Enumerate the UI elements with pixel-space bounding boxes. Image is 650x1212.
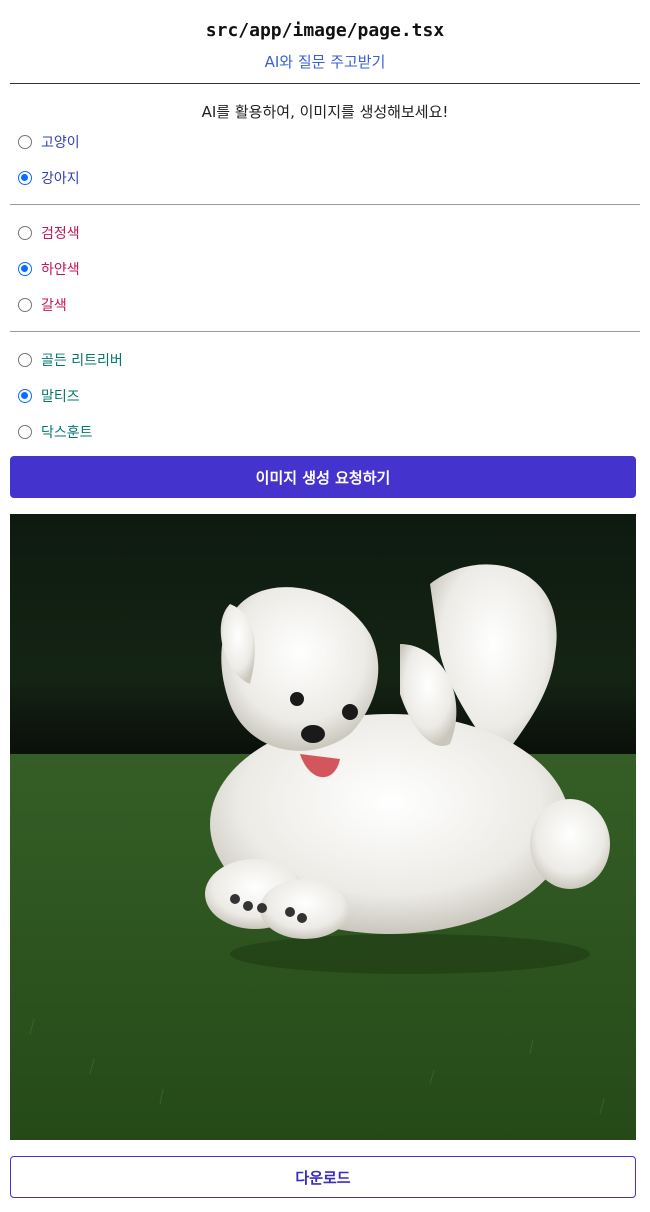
radio-label: 갈색 bbox=[41, 298, 67, 314]
group-divider bbox=[10, 204, 640, 205]
radio-label: 골든 리트리버 bbox=[41, 353, 123, 369]
radio-label: 고양이 bbox=[41, 135, 80, 151]
page-title: src/app/image/page.tsx bbox=[205, 20, 445, 41]
radio-button[interactable] bbox=[18, 262, 32, 276]
animal-radio-group: 고양이 강아지 bbox=[10, 122, 640, 196]
color-radio-group: 검정색 하얀색 갈색 bbox=[10, 213, 640, 323]
radio-button[interactable] bbox=[18, 298, 32, 312]
radio-option-maltese[interactable]: 말티즈 bbox=[10, 378, 640, 414]
radio-option-black[interactable]: 검정색 bbox=[10, 215, 640, 251]
breed-radio-group: 골든 리트리버 말티즈 닥스훈트 bbox=[10, 340, 640, 450]
radio-button[interactable] bbox=[18, 353, 32, 367]
ai-chat-link[interactable]: AI와 질문 주고받기 bbox=[10, 52, 640, 72]
radio-button[interactable] bbox=[18, 226, 32, 240]
radio-label: 검정색 bbox=[41, 226, 80, 242]
radio-label: 말티즈 bbox=[41, 389, 80, 405]
radio-button[interactable] bbox=[18, 135, 32, 149]
generate-image-button[interactable]: 이미지 생성 요청하기 bbox=[10, 456, 636, 498]
radio-option-brown[interactable]: 갈색 bbox=[10, 287, 640, 323]
generated-image bbox=[10, 514, 636, 1140]
page-subtitle: AI를 활용하여, 이미지를 생성해보세요! bbox=[201, 103, 449, 121]
radio-option-dog[interactable]: 강아지 bbox=[10, 160, 640, 196]
radio-button[interactable] bbox=[18, 425, 32, 439]
radio-option-golden-retriever[interactable]: 골든 리트리버 bbox=[10, 342, 640, 378]
radio-option-dachshund[interactable]: 닥스훈트 bbox=[10, 414, 640, 450]
download-button[interactable]: 다운로드 bbox=[10, 1156, 636, 1198]
header-divider bbox=[10, 83, 640, 84]
radio-label: 강아지 bbox=[41, 171, 80, 187]
radio-option-cat[interactable]: 고양이 bbox=[10, 124, 640, 160]
radio-button[interactable] bbox=[18, 389, 32, 403]
radio-label: 하얀색 bbox=[41, 262, 80, 278]
group-divider bbox=[10, 331, 640, 332]
radio-option-white[interactable]: 하얀색 bbox=[10, 251, 640, 287]
dog-illustration bbox=[10, 564, 636, 1140]
radio-button[interactable] bbox=[18, 171, 32, 185]
page: src/app/image/page.tsx AI와 질문 주고받기 AI를 활… bbox=[0, 0, 650, 1198]
radio-label: 닥스훈트 bbox=[41, 425, 93, 441]
